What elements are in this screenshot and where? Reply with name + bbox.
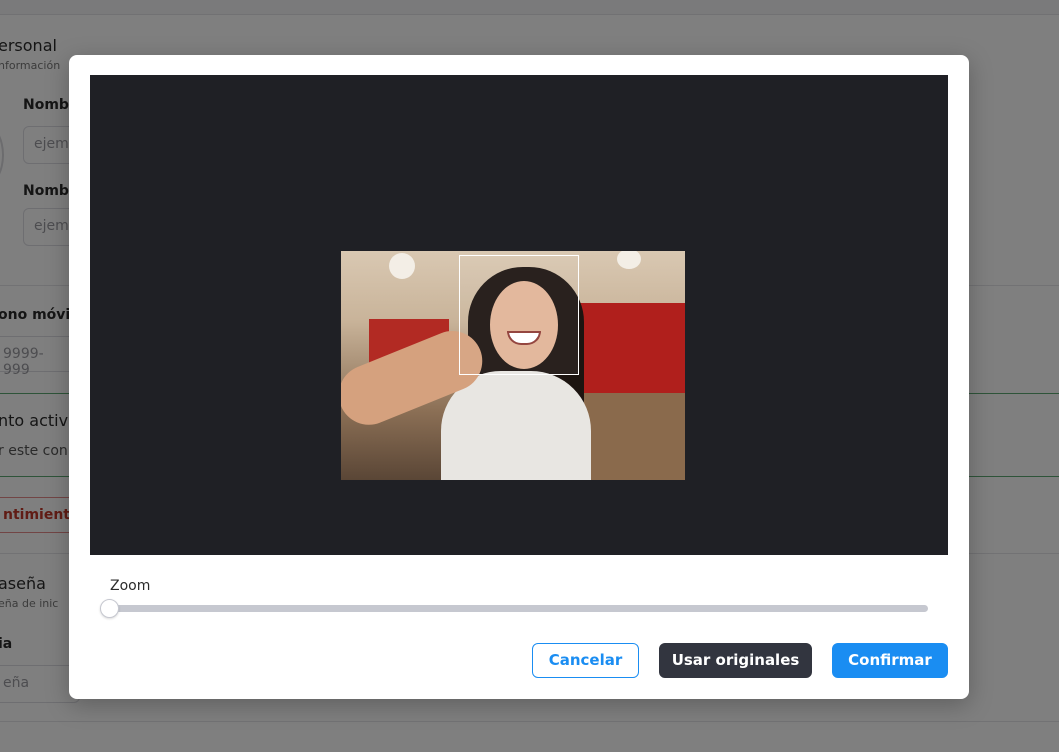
zoom-slider-thumb[interactable] <box>100 599 119 618</box>
cancel-button[interactable]: Cancelar <box>532 643 639 678</box>
crop-canvas[interactable] <box>90 75 948 555</box>
confirm-button[interactable]: Confirmar <box>832 643 948 678</box>
crop-selection-box[interactable] <box>459 255 579 375</box>
use-original-button[interactable]: Usar originales <box>659 643 812 678</box>
image-crop-modal: Zoom Cancelar Usar originales Confirmar <box>69 55 969 699</box>
zoom-slider-track[interactable] <box>110 605 928 612</box>
zoom-label: Zoom <box>110 578 151 594</box>
